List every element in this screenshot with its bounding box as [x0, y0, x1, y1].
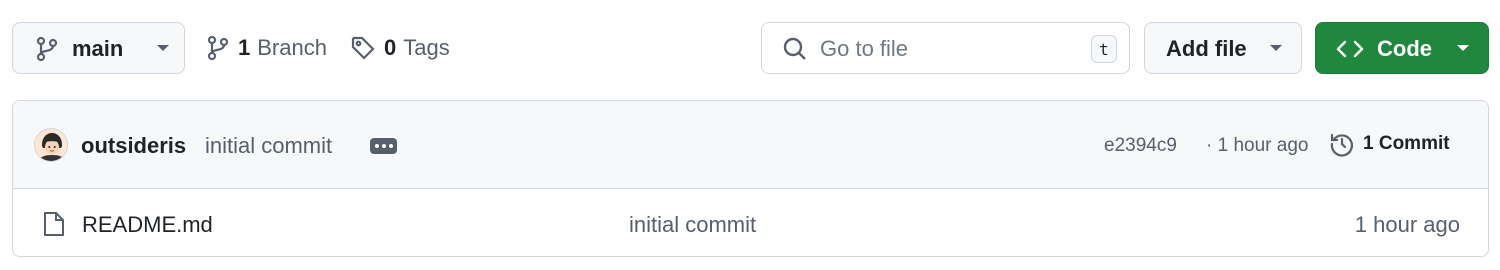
- file-commit-time: 1 hour ago: [1354, 212, 1460, 237]
- latest-commit-bar: outsideris initial commit e2394c9 1 hour…: [13, 101, 1488, 189]
- branches-count: 1: [238, 35, 251, 60]
- go-to-file-input[interactable]: [820, 33, 1080, 65]
- commit-count-label: 1 Commit: [1363, 133, 1450, 154]
- chevron-down-icon: [1270, 45, 1282, 51]
- keyboard-shortcut-hint: t: [1091, 35, 1117, 63]
- branch-name: main: [72, 36, 124, 61]
- chevron-down-icon: [157, 45, 169, 51]
- table-row: README.md initial commit 1 hour ago: [13, 190, 1488, 256]
- commit-message-link[interactable]: initial commit: [205, 133, 332, 159]
- branch-selector-button[interactable]: main: [12, 22, 185, 74]
- expand-commit-message-button[interactable]: [370, 138, 397, 154]
- tag-icon: [351, 36, 375, 60]
- git-branch-icon: [207, 35, 229, 61]
- branches-link[interactable]: 1 Branch: [206, 22, 327, 74]
- tags-label: Tags: [403, 35, 450, 60]
- file-table: outsideris initial commit e2394c9 1 hour…: [12, 100, 1489, 257]
- file-commit-message-link[interactable]: initial commit: [629, 212, 756, 238]
- chevron-down-icon: [1457, 45, 1469, 51]
- branches-label: Branch: [257, 35, 327, 60]
- commit-hash-link[interactable]: e2394c9: [1104, 135, 1177, 157]
- add-file-button[interactable]: Add file: [1144, 22, 1302, 74]
- commit-author-link[interactable]: outsideris: [81, 133, 186, 159]
- tags-link[interactable]: 0 Tags: [350, 22, 450, 74]
- search-icon: [782, 36, 808, 67]
- commit-time: 1 hour ago: [1206, 135, 1309, 157]
- history-icon: [1330, 133, 1353, 157]
- file-icon: [42, 210, 66, 243]
- file-name-link[interactable]: README.md: [82, 212, 213, 238]
- go-to-file-search[interactable]: t: [761, 22, 1130, 74]
- avatar[interactable]: [34, 128, 68, 162]
- commits-history-link[interactable]: 1 Commit: [1329, 131, 1450, 157]
- add-file-label: Add file: [1166, 36, 1247, 61]
- code-icon: [1336, 37, 1364, 67]
- tags-count: 0: [384, 35, 397, 60]
- code-button[interactable]: Code: [1315, 22, 1489, 74]
- git-branch-icon: [35, 36, 59, 68]
- code-label: Code: [1377, 36, 1432, 61]
